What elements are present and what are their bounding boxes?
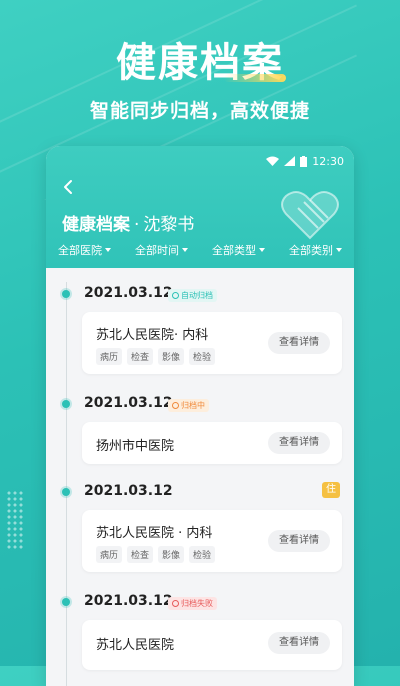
view-details-button[interactable]: 查看详情 [268, 432, 330, 454]
chip-exam: 检查 [127, 546, 154, 563]
chip-imaging: 影像 [158, 546, 185, 563]
timeline-dot [62, 488, 70, 496]
patient-name: 沈黎书 [143, 215, 195, 235]
filter-label: 全部类别 [289, 244, 333, 257]
status-time: 12:30 [312, 154, 344, 168]
filter-type[interactable]: 全部类型 [212, 242, 265, 258]
promo-underline [224, 74, 286, 82]
page-title: 健康档案 · 沈黎书 [62, 210, 194, 235]
caret-down-icon [336, 248, 342, 252]
promo-title: 健康档案 [116, 40, 284, 86]
hospital-name: 苏北人民医院 [96, 638, 175, 653]
record-date: 2021.03.12 [84, 483, 173, 499]
view-details-button[interactable]: 查看详情 [268, 530, 330, 552]
app-header: 12:30 健康档案 · 沈黎书 全部医院 全部时间 全部类型 全部类别 [46, 146, 354, 268]
hospital-name: 扬州市中医院 [96, 439, 175, 454]
record-card[interactable]: 苏北人民医院 · 内科 病历 检查 影像 检验 查看详情 [82, 510, 342, 572]
caret-down-icon [182, 248, 188, 252]
hospital-name: 苏北人民医院 · 内科 [96, 526, 213, 541]
chip-exam: 检查 [127, 348, 154, 365]
filter-bar: 全部医院 全部时间 全部类型 全部类别 [46, 242, 354, 258]
signal-icon [284, 156, 296, 166]
view-details-button[interactable]: 查看详情 [268, 632, 330, 654]
timeline-dot [62, 290, 70, 298]
chip-medical-record: 病历 [96, 546, 123, 563]
archive-status-icon [172, 292, 179, 299]
filter-label: 全部医院 [58, 244, 102, 257]
hospital-name: 苏北人民医院· 内科 [96, 328, 209, 343]
view-details-button[interactable]: 查看详情 [268, 332, 330, 354]
timeline-dot [62, 598, 70, 606]
timeline-dot [62, 400, 70, 408]
chip-medical-record: 病历 [96, 348, 123, 365]
battery-icon [300, 155, 308, 167]
record-card[interactable]: 苏北人民医院 查看详情 [82, 620, 342, 670]
status-text: 归档失败 [181, 599, 213, 608]
record-card[interactable]: 扬州市中医院 查看详情 [82, 422, 342, 464]
status-badge: 自动归档 [168, 289, 217, 302]
record-chips: 病历 检查 影像 检验 [96, 348, 216, 365]
dots-decoration [6, 490, 24, 550]
inpatient-tag: 住 [322, 482, 340, 498]
heart-icon [281, 191, 339, 240]
record-date: 2021.03.12 [84, 285, 173, 301]
filter-category[interactable]: 全部类别 [289, 242, 342, 258]
record-date: 2021.03.12 [84, 395, 173, 411]
status-text: 自动归档 [181, 291, 213, 300]
archive-status-icon [172, 402, 179, 409]
status-badge: 归档失败 [168, 597, 217, 610]
chip-imaging: 影像 [158, 348, 185, 365]
filter-hospital[interactable]: 全部医院 [58, 242, 111, 258]
filter-label: 全部类型 [212, 244, 256, 257]
filter-time[interactable]: 全部时间 [135, 242, 188, 258]
timeline-line [66, 282, 67, 686]
filter-label: 全部时间 [135, 244, 179, 257]
wifi-icon [266, 156, 280, 166]
promo-subtitle: 智能同步归档，高效便捷 [89, 100, 310, 122]
record-date: 2021.03.12 [84, 593, 173, 609]
chevron-left-icon[interactable] [60, 178, 78, 196]
caret-down-icon [259, 248, 265, 252]
record-chips: 病历 检查 影像 检验 [96, 546, 216, 563]
phone-screen: 12:30 健康档案 · 沈黎书 全部医院 全部时间 全部类型 全部类别 202… [46, 146, 354, 686]
status-text: 归档中 [181, 401, 205, 410]
record-card[interactable]: 苏北人民医院· 内科 病历 检查 影像 检验 查看详情 [82, 312, 342, 374]
status-bar: 12:30 [266, 154, 344, 168]
record-timeline: 2021.03.12 自动归档 苏北人民医院· 内科 病历 检查 影像 检验 查… [46, 268, 354, 686]
chip-lab: 检验 [189, 546, 216, 563]
title-separator: · [134, 215, 140, 235]
status-badge: 归档中 [168, 399, 209, 412]
chip-lab: 检验 [189, 348, 216, 365]
archive-status-icon [172, 600, 179, 607]
page-title-text: 健康档案 [62, 215, 130, 235]
caret-down-icon [105, 248, 111, 252]
